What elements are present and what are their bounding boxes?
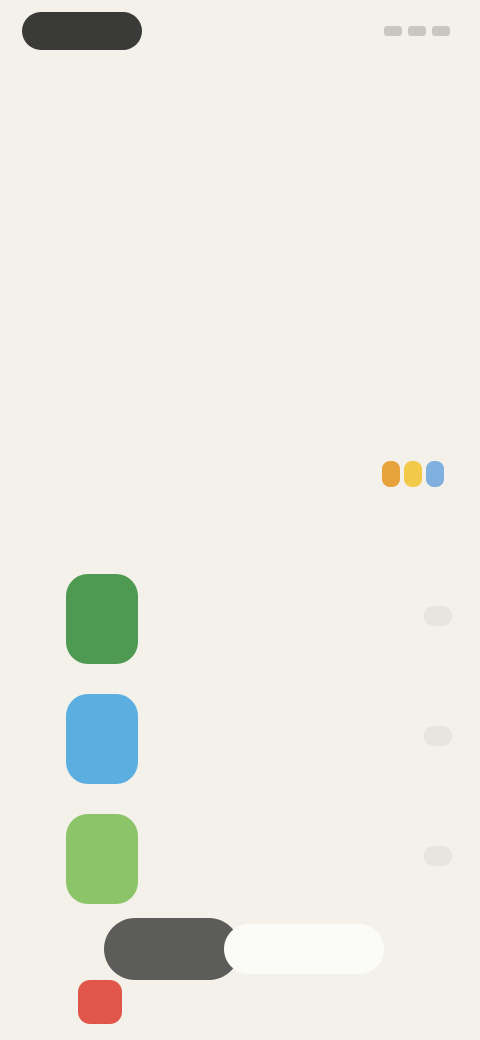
toast-action-button[interactable] (104, 918, 240, 980)
battery-icon (432, 26, 450, 36)
app-icon (66, 574, 138, 664)
list-item[interactable] (0, 680, 480, 800)
page-title (22, 140, 302, 190)
status-time-pill (22, 12, 142, 50)
app-get-button[interactable] (424, 606, 452, 626)
list-item[interactable] (0, 800, 480, 920)
app-icon (66, 814, 138, 904)
status-bar (0, 0, 480, 64)
brand-logo-mark-blue (426, 461, 444, 487)
app-icon (78, 980, 122, 1024)
wifi-icon (408, 26, 426, 36)
brand-logo (382, 461, 454, 487)
app-icon (66, 694, 138, 784)
app-list (0, 560, 480, 920)
signal-icon (384, 26, 402, 36)
list-item[interactable] (0, 560, 480, 680)
app-get-button[interactable] (424, 726, 452, 746)
toast-message (224, 924, 384, 974)
brand-logo-mark-yellow (404, 461, 422, 487)
sort-row (24, 455, 454, 499)
toast (104, 918, 384, 980)
status-icons (384, 26, 450, 36)
app-get-button[interactable] (424, 846, 452, 866)
page-description (24, 225, 444, 355)
brand-logo-mark-orange (382, 461, 400, 487)
